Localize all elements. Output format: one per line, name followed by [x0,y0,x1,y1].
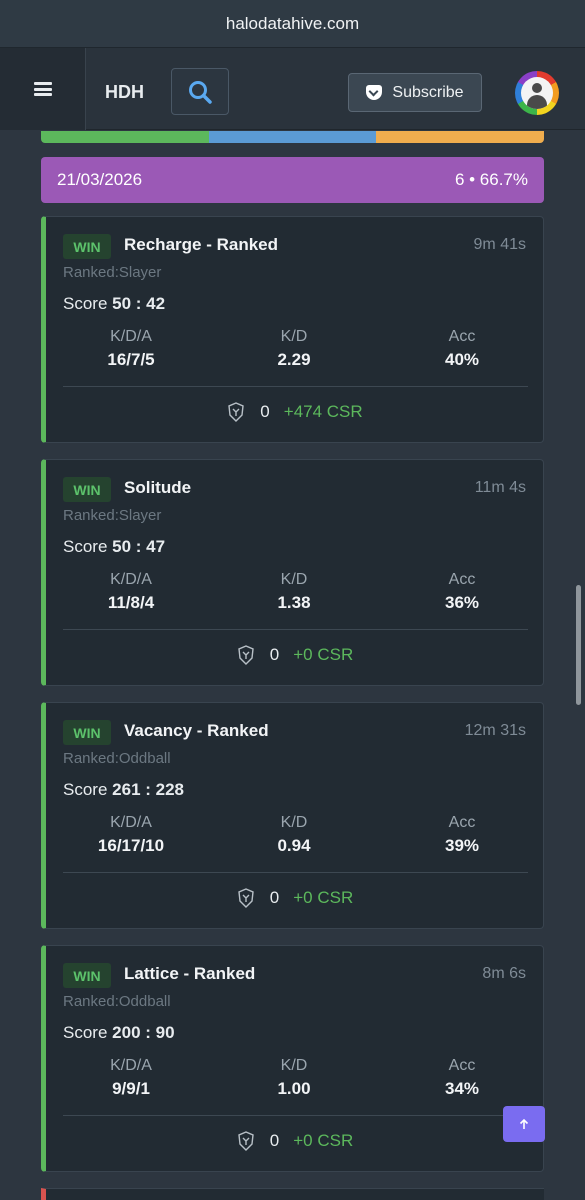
color-segment-2 [208,131,377,143]
match-card[interactable]: WIN Lattice - Ranked 8m 6s Ranked:Oddbal… [41,945,544,1172]
match-score: Score 50 : 42 [63,294,166,313]
match-duration: 12m 31s [464,722,526,739]
map-name: Lattice - Ranked [124,964,256,983]
subscribe-button[interactable]: Subscribe [348,73,482,112]
stat-kd: K/D 2.29 [277,328,311,369]
next-match-card[interactable] [41,1188,544,1200]
url-text: halodatahive.com [225,13,360,33]
result-badge: WIN [63,234,111,259]
csr-change: +0 CSR [293,888,354,907]
csr-change: +0 CSR [293,1131,354,1150]
divider [63,872,528,873]
medal-count: 0 [269,888,280,907]
result-badge: WIN [63,477,111,502]
match-card[interactable]: WIN Solitude 11m 4s Ranked:Slayer Score … [41,459,544,686]
match-score: Score 50 : 47 [63,537,166,556]
match-score: Score 261 : 228 [63,780,184,799]
session-color-bar [41,131,544,143]
medal-count: 0 [269,645,280,664]
match-footer: 0 +0 CSR [46,1126,543,1156]
stat-kd: K/D 1.00 [277,1057,311,1098]
pocket-icon [366,85,383,100]
brand-logo[interactable]: HDH [105,82,144,103]
csr-change: +0 CSR [293,645,354,664]
match-card[interactable]: WIN Vacancy - Ranked 12m 31s Ranked:Oddb… [41,702,544,929]
csr-change: +474 CSR [283,402,363,421]
map-name: Recharge - Ranked [124,235,278,254]
match-card[interactable]: WIN Recharge - Ranked 9m 41s Ranked:Slay… [41,216,544,443]
stat-accuracy: Acc 40% [444,328,480,369]
match-footer: 0 +474 CSR [46,397,543,427]
rank-icon [238,1131,254,1151]
game-mode: Ranked:Slayer [63,264,162,281]
stat-accuracy: Acc 36% [444,571,480,612]
color-segment-3 [376,131,544,143]
divider [63,1115,528,1116]
stat-accuracy: Acc 34% [444,1057,480,1098]
stat-kda: K/D/A 9/9/1 [110,1057,152,1098]
divider [63,386,528,387]
match-footer: 0 +0 CSR [46,883,543,913]
arrow-up-icon [519,1118,529,1129]
scrollbar[interactable] [576,585,581,705]
divider [63,629,528,630]
session-date: 21/03/2026 [57,170,143,189]
url-bar[interactable]: halodatahive.com [0,0,585,48]
stat-kd: K/D 0.94 [277,814,311,855]
game-mode: Ranked:Oddball [63,750,171,767]
medal-count: 0 [269,1131,280,1150]
match-duration: 9m 41s [473,236,526,253]
scroll-to-top-button[interactable] [503,1106,545,1142]
subscribe-label: Subscribe [392,83,464,101]
match-footer: 0 +0 CSR [46,640,543,670]
result-badge: WIN [63,720,111,745]
stat-kda: K/D/A 11/8/4 [107,571,155,612]
search-button[interactable] [171,68,229,115]
search-icon [189,80,212,104]
map-name: Vacancy - Ranked [124,721,269,740]
session-summary: 6 • 66.7% [454,170,528,189]
session-header[interactable]: 21/03/2026 6 • 66.7% [41,157,544,203]
top-navbar: HDH Subscribe [0,48,585,130]
menu-icon [33,82,52,96]
game-mode: Ranked:Oddball [63,993,171,1010]
stat-kda: K/D/A 16/17/10 [97,814,165,855]
game-mode: Ranked:Slayer [63,507,162,524]
color-segment-1 [41,131,209,143]
result-badge: WIN [63,963,111,988]
match-score: Score 200 : 90 [63,1023,175,1042]
user-avatar[interactable] [515,71,559,115]
rank-icon [238,645,254,665]
map-name: Solitude [124,478,192,497]
match-duration: 11m 4s [474,479,526,496]
rank-icon [228,402,245,422]
rank-icon [238,888,254,908]
stat-accuracy: Acc 39% [444,814,480,855]
stat-kd: K/D 1.38 [277,571,311,612]
match-history: 21/03/2026 6 • 66.7% WIN Recharge - Rank… [0,131,585,1200]
stat-kda: K/D/A 16/7/5 [107,328,155,369]
menu-button[interactable] [0,48,86,130]
match-duration: 8m 6s [482,965,526,982]
medal-count: 0 [260,402,270,421]
